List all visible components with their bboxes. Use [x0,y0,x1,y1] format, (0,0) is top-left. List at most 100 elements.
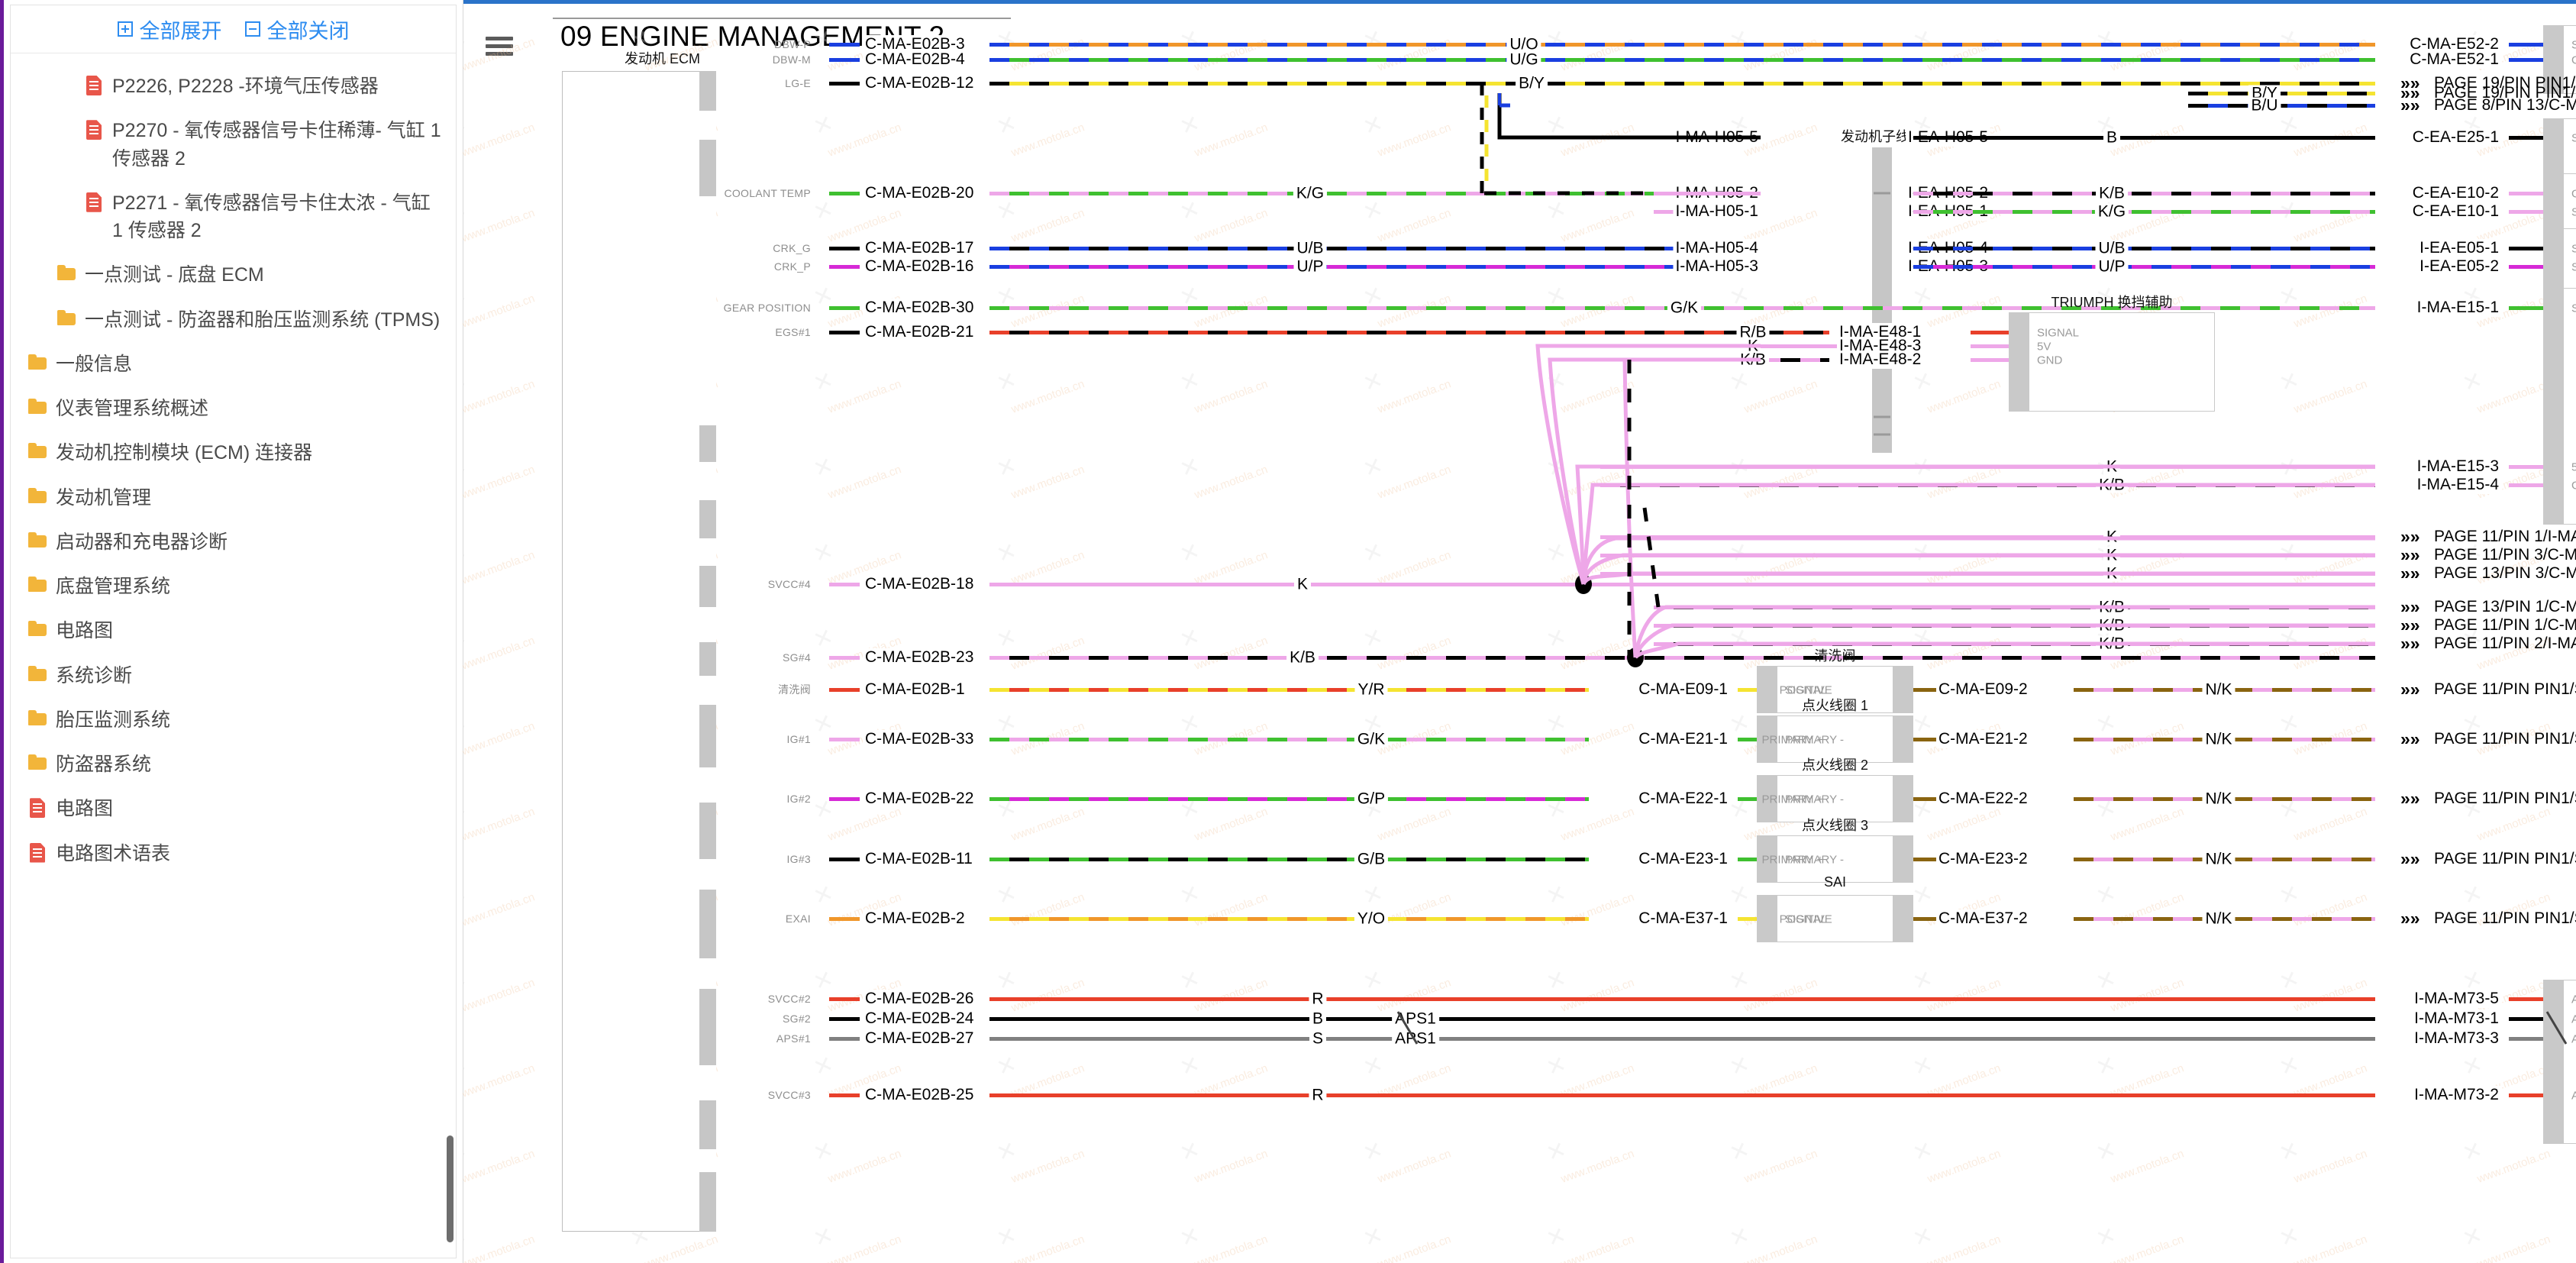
watermark-mark: ✕ [1543,1136,1570,1168]
harness-crossing-dash [1874,433,1890,436]
tree-folder-item[interactable]: 一般信息 [11,342,456,386]
watermark-mark: ✕ [1726,1051,1754,1082]
tree-document-item[interactable]: P2226, P2228 -环境气压传感器 [11,64,456,108]
page-link-arrow[interactable]: »» [2400,790,2420,808]
watermark-mark: ✕ [993,1136,1021,1168]
page-link-arrow[interactable]: »» [2400,850,2420,868]
ecm-band-gap [699,958,716,989]
page-link-arrow[interactable]: »» [2400,635,2420,653]
tree-document-item[interactable]: P2271 - 氧传感器信号卡住太浓 - 气缸 1 传感器 2 [11,181,456,254]
ecm-pin-label: SG#4 [783,651,811,664]
watermark-mark: ✕ [1909,24,1937,56]
watermark-text: www.motola.cn [1009,35,1086,74]
wire-segment [989,737,1589,741]
connector-id-label: C-MA-E02B-25 [863,1086,976,1104]
wire-segment [1654,191,1761,195]
page-reference-label[interactable]: PAGE 11/PIN 1/C-MA-E39/AMBIENT PRESSURE … [2434,616,2576,635]
watermark-text: www.motola.cn [2109,805,2186,844]
connector-id-label: I-EA-E05-1 [2417,239,2501,257]
page-link-arrow[interactable]: »» [2400,598,2420,616]
sidebar-scrollbar-thumb[interactable] [447,1135,454,1242]
watermark-mark: ✕ [1543,1051,1570,1082]
sidebar-scroll-area[interactable]: P2226, P2228 -环境气压传感器 P2270 - 氧传感器信号卡住稀薄-… [11,53,456,1258]
tree-folder-item[interactable]: 一点测试 - 防盗器和胎压监测系统 (TPMS) [11,298,456,342]
expand-all-button[interactable]: 全部展开 [117,15,222,44]
wire-color-label: N/K [2202,851,2235,867]
page-link-arrow[interactable]: »» [2400,564,2420,583]
page-link-arrow[interactable]: »» [2400,730,2420,748]
tree-folder-item[interactable]: 防盗器系统 [11,742,456,787]
watermark-mark: ✕ [1543,110,1570,141]
wire-segment [2509,1016,2543,1021]
page-reference-label[interactable]: PAGE 11/PIN 2/I-MA-E17/SENSOR, SIDE STAN… [2434,635,2576,653]
watermark-mark: ✕ [993,24,1021,56]
page-reference-label[interactable]: PAGE 11/PIN 3/C-MA-E39/AMBIENT PRESSURE … [2434,546,2576,564]
wire-segment [1913,737,1936,741]
tree-folder-item[interactable]: 仪表管理系统概述 [11,386,456,431]
tree-folder-item[interactable]: 启动器和充电器诊断 [11,520,456,564]
watermark-text: www.motola.cn [1926,463,2003,502]
watermark-mark: ✕ [463,1136,471,1168]
tree-document-item[interactable]: 电路图术语表 [11,832,456,876]
watermark-mark: ✕ [993,195,1021,227]
document-icon [84,191,104,214]
page-reference-label[interactable]: PAGE 11/PIN PIN1/SP-MA-NK11 [2434,680,2576,699]
page-reference-label[interactable]: PAGE 11/PIN PIN1/SP-MA-NK11 [2434,730,2576,748]
connector-band-left [2009,313,2029,411]
page-reference-label[interactable]: PAGE 11/PIN 1/I-MA-E17/SENSOR, SIDE STAN… [2434,528,2576,546]
device-name-label: SAI [1823,874,1847,890]
device-pin-label: POSITIVE [1779,913,1832,926]
tree-folder-item[interactable]: 胎压监测系统 [11,698,456,742]
connector-band-right [1893,667,1913,712]
wire-segment [1829,344,1837,348]
tree-item-label: 启动器和充电器诊断 [56,531,228,553]
page-link-arrow[interactable]: »» [2400,680,2420,699]
watermark-mark: ✕ [2276,367,2303,398]
page-link-arrow[interactable]: »» [2400,546,2420,564]
tree-folder-item[interactable]: 系统诊断 [11,654,456,698]
page-reference-label[interactable]: PAGE 11/PIN PIN1/SP-MA-NK11 [2434,790,2576,808]
watermark-mark: ✕ [1909,1222,1937,1253]
tree-folder-item[interactable]: 一点测试 - 底盘 ECM [11,253,456,297]
tree-document-item[interactable]: 电路图 [11,787,456,831]
tree-folder-item[interactable]: 发动机管理 [11,476,456,520]
wire-segment [989,57,2375,62]
connector-id-label: I-MA-E48-2 [1837,350,1924,369]
watermark-text: www.motola.cn [1193,976,1270,1015]
watermark-mark: ✕ [1360,1051,1387,1082]
watermark-mark: ✕ [1177,1051,1204,1082]
page-reference-label[interactable]: PAGE 13/PIN 3/C-MA-E38/SENSOR, MANIFOLD … [2434,564,2576,583]
page-link-arrow[interactable]: »» [2400,616,2420,635]
ecm-pin-label: CRK_G [773,242,811,254]
tree-folder-item[interactable]: 电路图 [11,609,456,653]
tree-folder-item[interactable]: 发动机控制模块 (ECM) 连接器 [11,431,456,475]
watermark-mark: ✕ [463,709,471,740]
watermark-text: www.motola.cn [1926,634,2003,673]
connector-id-label: I-MA-E15-1 [2414,299,2501,317]
wire-color-label: U/P [1293,258,1327,275]
tree-document-item[interactable]: P2270 - 氧传感器信号卡住稀薄- 气缸 1 传感器 2 [11,108,456,181]
page-link-arrow[interactable]: »» [2400,909,2420,928]
page-reference-label[interactable]: PAGE 11/PIN PIN1/SP-MA-NK11 [2434,909,2576,928]
watermark-mark: ✕ [463,110,471,141]
watermark-mark: ✕ [1177,965,1204,997]
watermark-text: www.motola.cn [1376,1147,1453,1186]
wire-segment [1654,641,2375,646]
page-link-arrow[interactable]: »» [2400,528,2420,546]
tree-folder-item[interactable]: 底盘管理系统 [11,564,456,609]
page-reference-label[interactable]: PAGE 13/PIN 1/C-MA-E38/SENSOR, MANIFOLD … [2434,598,2576,616]
watermark-text: www.motola.cn [2475,377,2552,416]
page-reference-label[interactable]: PAGE 8/PIN 13/C-MA-M08A/CCU A [2434,96,2576,115]
wire-color-label: U/B [1293,240,1327,257]
collapse-all-button[interactable]: 全部关闭 [244,15,350,44]
wiring-diagram-canvas[interactable]: 09 ENGINE MANAGEMENT 2 发动机 ECM ✕ www.moto… [463,4,2576,1263]
collapse-all-label: 全部关闭 [266,19,350,43]
folder-icon [27,352,47,375]
watermark-text: www.motola.cn [1009,377,1086,416]
connector-id-label: I-EA-E05-2 [2417,257,2501,276]
device-pin-label: SIG [2571,131,2576,145]
page-link-arrow[interactable]: »» [2400,96,2420,115]
page-reference-label[interactable]: PAGE 11/PIN PIN1/SP-MA-NK11 [2434,850,2576,868]
junction-dot [1627,648,1644,667]
watermark-mark: ✕ [810,1136,838,1168]
